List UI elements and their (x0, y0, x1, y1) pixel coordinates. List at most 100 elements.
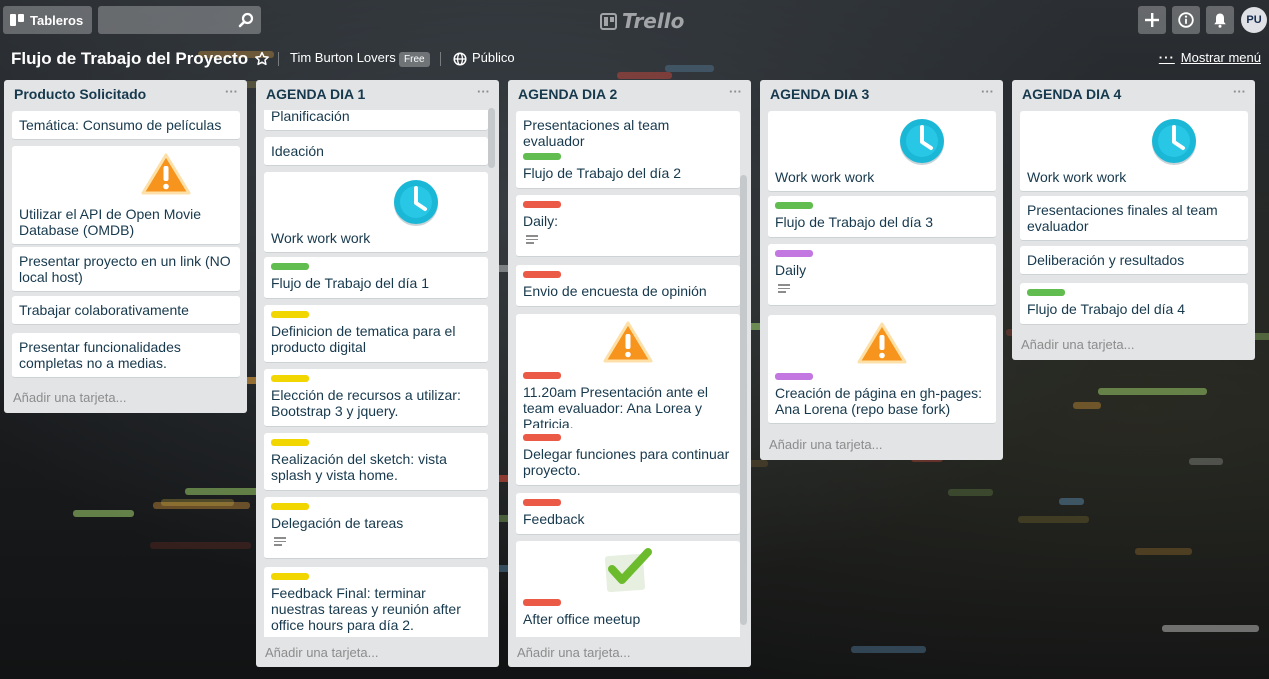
card[interactable]: Planificación (264, 110, 488, 131)
list-menu-icon[interactable]: ··· (981, 84, 994, 99)
card-label-red (523, 434, 561, 441)
plan-badge: Free (399, 52, 430, 67)
card[interactable]: Work work work (1020, 111, 1248, 192)
background-code-line (150, 542, 251, 549)
boards-button[interactable]: Tableros (3, 6, 92, 34)
card[interactable]: Feedback Final: terminar nuestras tareas… (264, 567, 488, 637)
list-header[interactable]: AGENDA DIA 3 ··· (760, 80, 1003, 108)
description-icon (274, 537, 286, 547)
card[interactable]: Work work work (768, 111, 996, 192)
card[interactable]: Feedback (516, 493, 740, 535)
description-icon (526, 235, 538, 245)
card[interactable]: Presentar proyecto en un link (NO local … (12, 247, 240, 292)
board-visibility[interactable]: Público (472, 50, 515, 65)
card[interactable]: Delegación de tareas (264, 497, 488, 559)
card[interactable]: Delegar funciones para continuar proyect… (516, 428, 740, 486)
more-icon: ··· (1158, 50, 1175, 65)
search-box[interactable] (98, 6, 261, 34)
card[interactable]: Flujo de Trabajo del día 2 (516, 147, 740, 189)
search-icon[interactable] (237, 11, 255, 29)
list-menu-icon[interactable]: ··· (477, 84, 490, 99)
add-card-button[interactable]: Añadir una tarjeta... (769, 437, 882, 452)
card[interactable]: Daily: (516, 195, 740, 257)
card[interactable]: Flujo de Trabajo del día 3 (768, 196, 996, 238)
boards-icon (10, 13, 24, 27)
list-header[interactable]: Producto Solicitado ··· (4, 80, 247, 108)
card-label-yellow (271, 375, 309, 382)
card-title: Work work work (775, 169, 875, 185)
card-title: Creación de página en gh-pages: Ana Lore… (775, 385, 983, 417)
list-title[interactable]: Producto Solicitado (14, 86, 146, 102)
list-title[interactable]: AGENDA DIA 2 (518, 86, 617, 102)
show-menu-label: Mostrar menú (1180, 50, 1261, 65)
card-label-green (523, 153, 561, 160)
card-label-red (523, 499, 561, 506)
check-icon (523, 547, 733, 595)
background-code-line (1189, 458, 1223, 465)
card-title: Daily: (523, 213, 559, 229)
card[interactable]: Definicion de tematica para el producto … (264, 305, 488, 363)
card[interactable]: Trabajar colaborativamente (12, 296, 240, 325)
team-name[interactable]: Tim Burton Lovers (290, 50, 396, 65)
add-card-button[interactable]: Añadir una tarjeta... (265, 645, 378, 660)
card[interactable]: Deliberación y resultados (1020, 246, 1248, 275)
card[interactable]: Envio de encuesta de opinión (516, 265, 740, 307)
card-label-purple (775, 250, 813, 257)
trello-logo[interactable]: Trello (600, 9, 684, 33)
info-button[interactable] (1172, 6, 1200, 34)
list-header[interactable]: AGENDA DIA 2 ··· (508, 80, 751, 108)
card[interactable]: Daily (768, 244, 996, 306)
list-title[interactable]: AGENDA DIA 3 (770, 86, 869, 102)
card[interactable]: Temática: Consumo de películas (12, 111, 240, 140)
card-label-purple (775, 373, 813, 380)
background-code-line (1073, 402, 1101, 409)
card[interactable]: After office meetup (516, 541, 740, 637)
list-menu-icon[interactable]: ··· (225, 84, 238, 99)
card[interactable]: Work work work (264, 172, 488, 253)
background-code-line (851, 646, 926, 653)
card[interactable]: Flujo de Trabajo del día 1 (264, 257, 488, 299)
list-scrollbar[interactable] (740, 175, 747, 625)
card[interactable]: Creación de página en gh-pages: Ana Lore… (768, 315, 996, 424)
card-title: Envio de encuesta de opinión (523, 283, 707, 299)
plus-icon (1145, 13, 1159, 27)
card[interactable]: Realización del sketch: vista splash y v… (264, 433, 488, 491)
list: Producto Solicitado ··· Temática: Consumo … (4, 80, 247, 413)
card[interactable]: Presentar funcionalidades completas no a… (12, 333, 240, 378)
card-title: Temática: Consumo de películas (19, 117, 222, 133)
show-menu-link[interactable]: ··· Mostrar menú (1159, 50, 1261, 65)
card-list: Work work work Presentaciones finales al … (1012, 110, 1255, 340)
card[interactable]: 11.20am Presentación ante el team evalua… (516, 314, 740, 439)
card-title: After office meetup (523, 611, 641, 627)
card[interactable]: Elección de recursos a utilizar: Bootstr… (264, 369, 488, 427)
card[interactable]: Ideación (264, 137, 488, 166)
background-code-line (1018, 516, 1089, 523)
card-title: Deliberación y resultados (1027, 252, 1185, 268)
card-title: Ideación (271, 143, 324, 159)
card-title: Realización del sketch: vista splash y v… (271, 451, 447, 483)
card-title: Daily (775, 262, 807, 278)
list-title[interactable]: AGENDA DIA 1 (266, 86, 365, 102)
card[interactable]: Presentaciones finales al team evaluador (1020, 196, 1248, 241)
add-card-button[interactable]: Añadir una tarjeta... (517, 645, 630, 660)
divider (440, 52, 441, 66)
clock-icon (775, 117, 989, 165)
add-card-button[interactable]: Añadir una tarjeta... (1021, 337, 1134, 352)
card-label-yellow (271, 573, 309, 580)
list-title[interactable]: AGENDA DIA 4 (1022, 86, 1121, 102)
list-header[interactable]: AGENDA DIA 1 ··· (256, 80, 499, 108)
card[interactable]: Utilizar el API de Open Movie Database (… (12, 146, 240, 245)
board-title[interactable]: Flujo de Trabajo del Proyecto (11, 49, 248, 69)
star-icon[interactable] (254, 51, 270, 67)
notifications-button[interactable] (1206, 6, 1234, 34)
add-card-button[interactable]: Añadir una tarjeta... (13, 390, 126, 405)
add-button[interactable] (1138, 6, 1166, 34)
list-scrollbar[interactable] (488, 108, 495, 168)
list-header[interactable]: AGENDA DIA 4 ··· (1012, 80, 1255, 108)
bell-icon (1214, 13, 1226, 28)
avatar[interactable]: PU (1241, 7, 1267, 33)
divider (278, 52, 279, 66)
list-menu-icon[interactable]: ··· (729, 84, 742, 99)
card[interactable]: Flujo de Trabajo del día 4 (1020, 283, 1248, 325)
list-menu-icon[interactable]: ··· (1233, 84, 1246, 99)
